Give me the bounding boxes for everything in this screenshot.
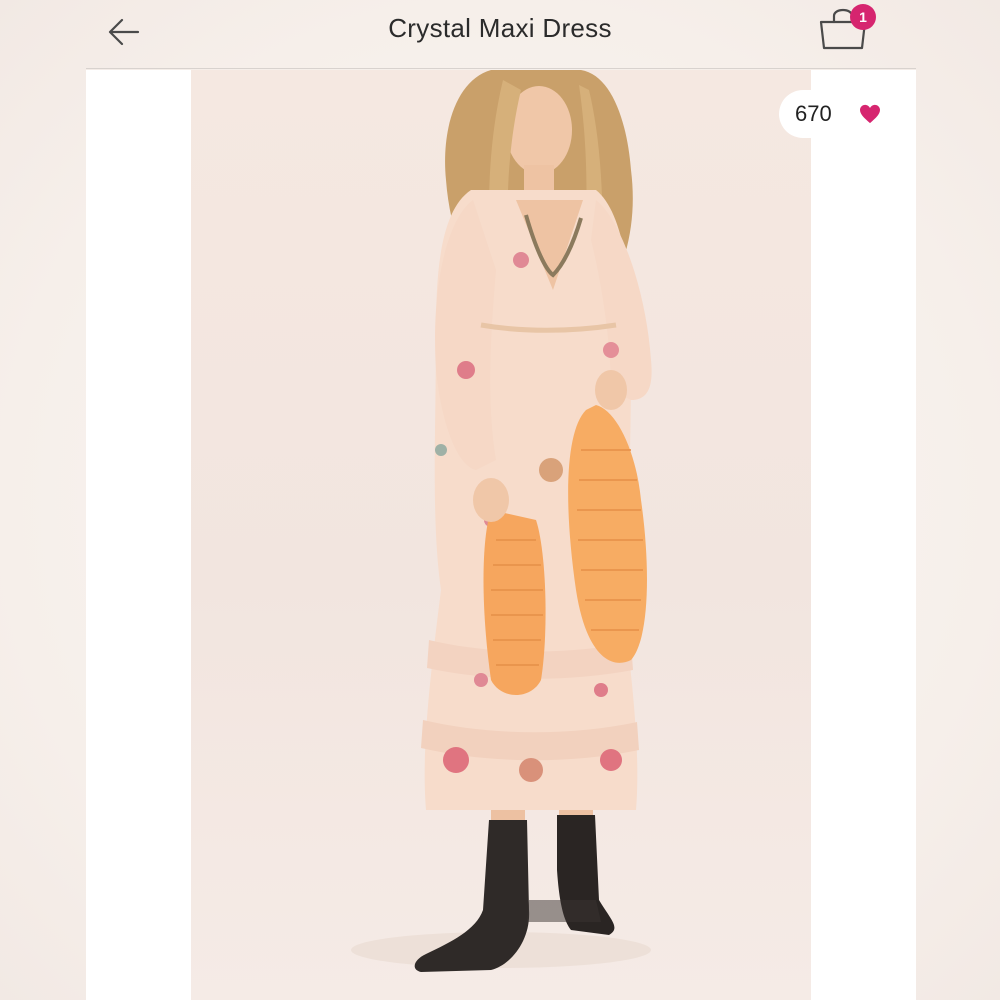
arrow-left-icon [108,18,140,46]
cart-count-badge: 1 [850,4,876,30]
heart-icon [860,104,880,124]
back-button[interactable] [102,12,146,52]
likes-count: 670 [795,101,832,126]
listing-page: Crystal Maxi Dress 1 670 [0,0,1000,1000]
like-button[interactable]: 670 [779,90,891,138]
image-panel [86,70,916,1000]
shopping-bag-button[interactable]: 1 [814,2,880,54]
top-bar: Crystal Maxi Dress 1 [0,0,1000,68]
header-divider [86,68,916,69]
page-title: Crystal Maxi Dress [388,13,612,43]
product-photo[interactable] [191,70,811,1000]
product-photo-illustration [351,70,652,972]
